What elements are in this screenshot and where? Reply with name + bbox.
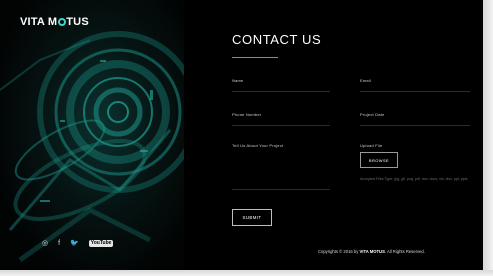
phone-input-line [232,125,330,126]
facebook-icon[interactable]: f [58,240,60,247]
title-underline [232,57,278,58]
hero-image-panel: VITA M TUS ◎ f 🐦 YouTube [0,0,184,270]
youtube-icon[interactable]: YouTube [88,240,114,247]
project-date-field[interactable]: Project Date [360,112,470,128]
page-shadow-bottom [0,270,493,276]
browse-button[interactable]: BROWSE [360,152,398,168]
project-description-label: Tell Us About Your Project [232,143,284,148]
submit-button[interactable]: SUBMIT [232,209,272,226]
email-label: Email [360,78,372,83]
file-type-hint: Accepted Files Type: jpg, gif, png, pdf,… [360,177,468,181]
name-input-line [232,91,330,92]
twitter-icon[interactable]: 🐦 [70,240,79,247]
name-field[interactable]: Name [232,78,330,94]
upload-label: Upload File [360,143,383,148]
upload-field: Upload File [360,143,470,151]
contact-form: CONTACT US Name Email Phone Number Proje… [184,0,483,270]
social-links: ◎ f 🐦 YouTube [42,240,114,247]
contact-page: VITA M TUS ◎ f 🐦 YouTube CONTACT US Name … [0,0,483,270]
page-shadow-right [483,0,493,276]
name-label: Name [232,78,244,83]
logo-text-start: VITA M [20,16,58,28]
logo-text-end: TUS [66,16,89,28]
copyright-suffix: . All Rights Reserved. [384,249,425,254]
project-description-field[interactable]: Tell Us About Your Project [232,143,330,191]
logo[interactable]: VITA M TUS [20,16,89,28]
logo-o-mark-icon [57,18,66,26]
instagram-icon[interactable]: ◎ [42,240,48,247]
project-description-input-line [232,189,330,190]
email-input-line [360,91,470,92]
copyright-prefix: Copyrights © 2016 by [318,249,359,254]
hero-artwork [0,0,184,270]
email-field[interactable]: Email [360,78,470,94]
project-date-label: Project Date [360,112,385,117]
page-title: CONTACT US [232,32,322,47]
project-date-input-line [360,125,470,126]
copyright-text: Copyrights © 2016 by VITA MOTUS. All Rig… [318,249,425,254]
phone-field[interactable]: Phone Number [232,112,330,128]
copyright-brand: VITA MOTUS [359,249,385,254]
phone-label: Phone Number [232,112,262,117]
